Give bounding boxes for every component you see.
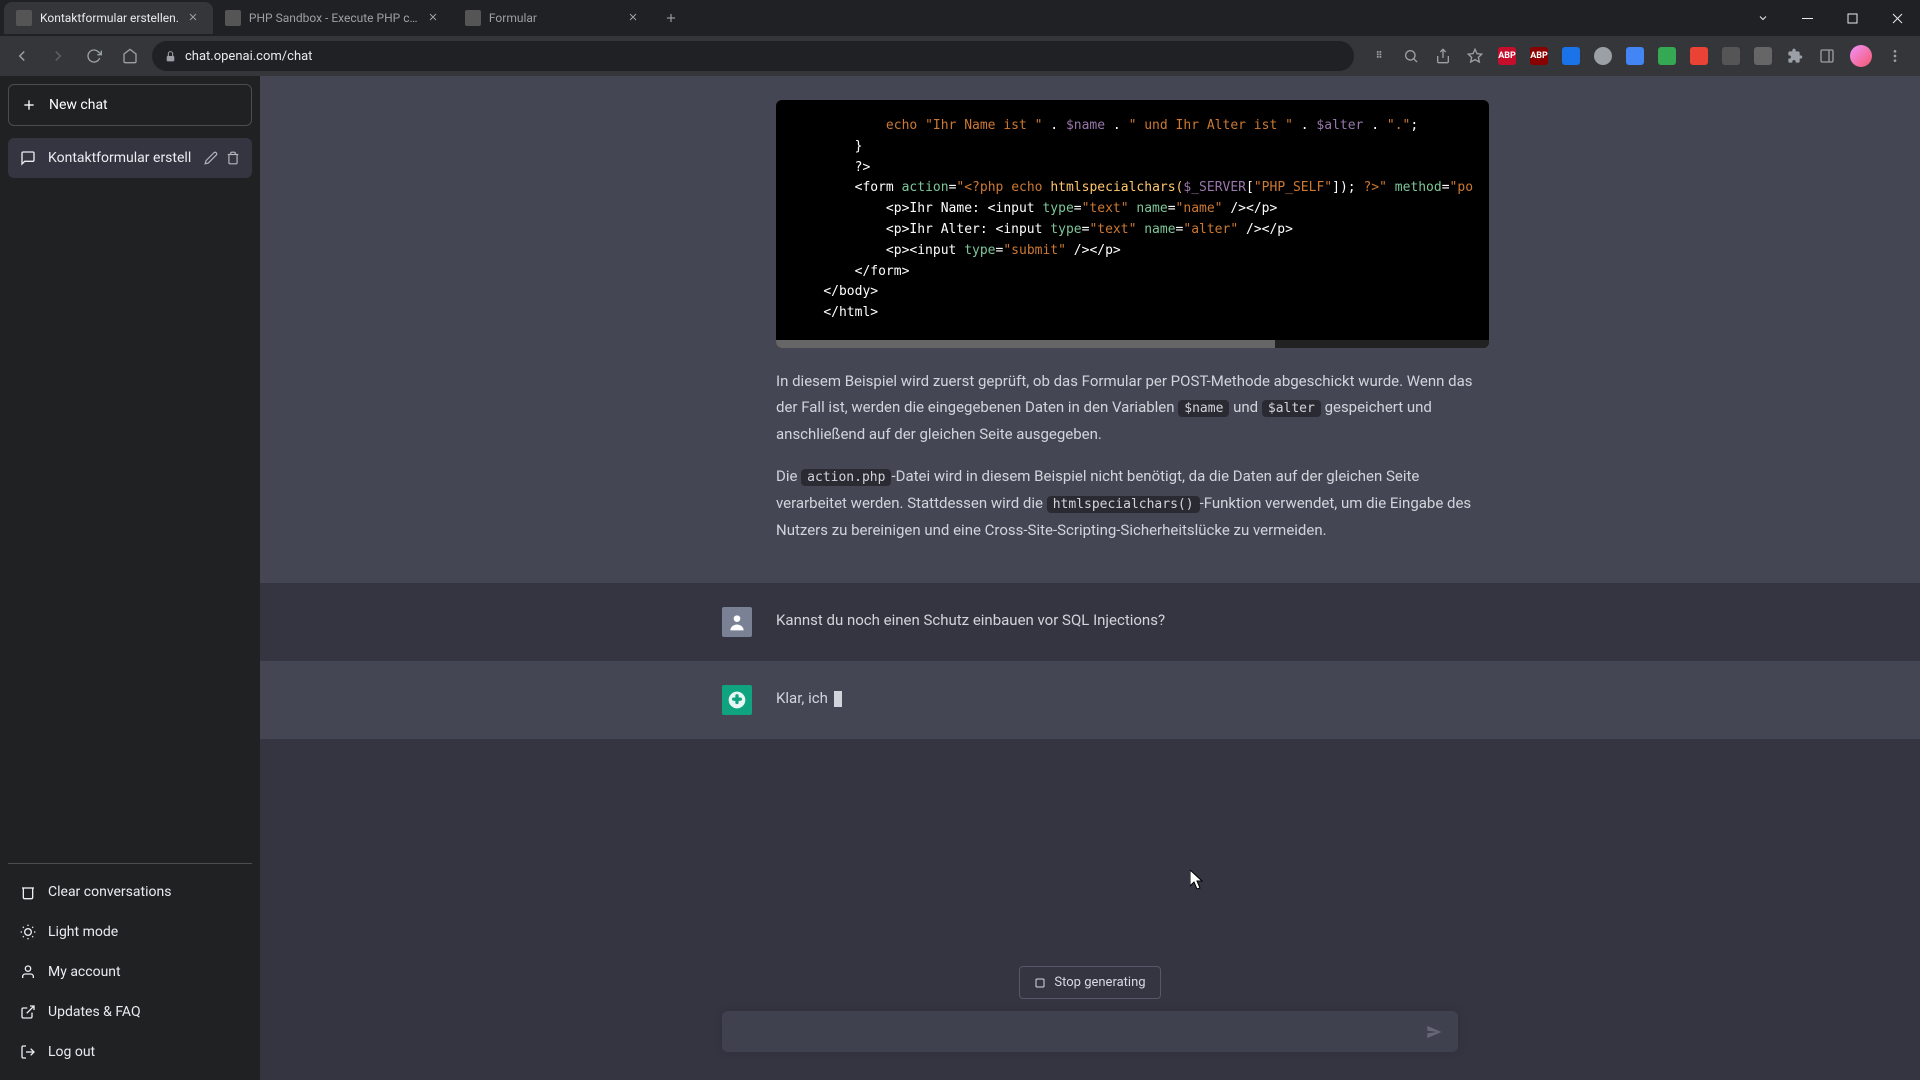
new-chat-label: New chat: [49, 97, 108, 113]
url-text: chat.openai.com/chat: [185, 49, 312, 64]
lock-icon: [164, 50, 177, 63]
code-horizontal-scrollbar[interactable]: [776, 340, 1489, 348]
stop-icon: [1034, 977, 1046, 989]
assistant-paragraph: Die action.php-Datei wird in diesem Beis…: [776, 463, 1489, 543]
chat-scroll[interactable]: echo "Ihr Name ist " . $name . " und Ihr…: [260, 76, 1920, 1080]
chrome-menu-icon[interactable]: [1886, 47, 1904, 65]
extension-icons: ⠿ ABP ABP: [1362, 45, 1912, 67]
stop-generating-button[interactable]: Stop generating: [1019, 966, 1160, 999]
bookmark-icon[interactable]: [1466, 47, 1484, 65]
new-chat-button[interactable]: New chat: [8, 84, 252, 126]
logout[interactable]: Log out: [8, 1032, 252, 1072]
tab-title: Kontaktformular erstellen.: [40, 11, 179, 25]
plus-icon: [21, 97, 37, 113]
ext-icon-6[interactable]: [1722, 47, 1740, 65]
ext-icon-7[interactable]: [1754, 47, 1772, 65]
logout-icon: [20, 1044, 36, 1060]
chat-icon: [20, 150, 36, 166]
chrome-chevron-icon[interactable]: [1740, 2, 1785, 34]
light-mode-toggle[interactable]: Light mode: [8, 912, 252, 952]
message-content: Klar, ich: [776, 685, 1458, 715]
assistant-avatar: [722, 685, 752, 715]
user-icon: [20, 964, 36, 980]
message-input[interactable]: [738, 1023, 1426, 1040]
share-icon[interactable]: [1434, 47, 1452, 65]
assistant-message-typing: Klar, ich: [260, 661, 1920, 739]
send-button[interactable]: [1426, 1024, 1442, 1040]
tab-title: Formular: [489, 11, 619, 25]
ext-icon-1[interactable]: [1562, 47, 1580, 65]
ext-icon-4[interactable]: [1658, 47, 1676, 65]
translate-icon[interactable]: ⠿: [1370, 47, 1388, 65]
conversation-title: Kontaktformular erstell: [48, 150, 192, 166]
openai-icon: [727, 690, 747, 710]
sun-icon: [20, 924, 36, 940]
edit-icon[interactable]: [204, 151, 218, 165]
tab-close-icon[interactable]: [187, 11, 201, 25]
external-link-icon: [20, 1004, 36, 1020]
message-input-box[interactable]: [722, 1011, 1458, 1052]
updates-faq[interactable]: Updates & FAQ: [8, 992, 252, 1032]
conversation-item[interactable]: Kontaktformular erstell: [8, 138, 252, 178]
address-bar: chat.openai.com/chat ⠿ ABP ABP: [0, 36, 1920, 76]
browser-tab[interactable]: Formular: [453, 2, 653, 34]
favicon: [16, 10, 32, 26]
send-icon: [1426, 1024, 1442, 1040]
sidebar: New chat Kontaktformular erstell Clear c…: [0, 76, 260, 1080]
browser-chrome: Kontaktformular erstellen. PHP Sandbox - …: [0, 0, 1920, 76]
profile-avatar[interactable]: [1850, 45, 1872, 67]
tab-bar: Kontaktformular erstellen. PHP Sandbox - …: [0, 0, 1920, 36]
reload-button[interactable]: [80, 42, 108, 70]
sidebar-bottom: Clear conversations Light mode My accoun…: [8, 863, 252, 1072]
favicon: [465, 10, 481, 26]
user-message: Kannst du noch einen Schutz einbauen vor…: [260, 583, 1920, 661]
typing-cursor: [834, 691, 842, 707]
my-account[interactable]: My account: [8, 952, 252, 992]
minimize-button[interactable]: [1785, 2, 1830, 34]
tab-close-icon[interactable]: [427, 11, 441, 25]
close-button[interactable]: [1875, 2, 1920, 34]
browser-tab[interactable]: Kontaktformular erstellen.: [4, 2, 213, 34]
extensions-puzzle-icon[interactable]: [1786, 47, 1804, 65]
home-button[interactable]: [116, 42, 144, 70]
zoom-icon[interactable]: [1402, 47, 1420, 65]
message-content: echo "Ihr Name ist " . $name . " und Ihr…: [776, 100, 1489, 559]
favicon: [225, 10, 241, 26]
assistant-message: echo "Ihr Name ist " . $name . " und Ihr…: [260, 76, 1920, 583]
user-avatar: [722, 607, 752, 637]
ext-icon-2[interactable]: [1594, 47, 1612, 65]
url-field[interactable]: chat.openai.com/chat: [152, 41, 1354, 71]
abp-icon-2[interactable]: ABP: [1530, 47, 1548, 65]
assistant-paragraph: In diesem Beispiel wird zuerst geprüft, …: [776, 368, 1489, 447]
browser-tab[interactable]: PHP Sandbox - Execute PHP code: [213, 2, 453, 34]
code-block: echo "Ihr Name ist " . $name . " und Ihr…: [776, 100, 1489, 348]
forward-button[interactable]: [44, 42, 72, 70]
message-content: Kannst du noch einen Schutz einbauen vor…: [776, 607, 1458, 637]
tab-close-icon[interactable]: [627, 11, 641, 25]
code-content[interactable]: echo "Ihr Name ist " . $name . " und Ihr…: [776, 100, 1489, 340]
clear-conversations[interactable]: Clear conversations: [8, 872, 252, 912]
trash-icon: [20, 884, 36, 900]
trash-icon[interactable]: [226, 151, 240, 165]
window-controls: [1740, 2, 1920, 34]
tab-title: PHP Sandbox - Execute PHP code: [249, 11, 419, 25]
conversation-list: Kontaktformular erstell: [8, 138, 252, 863]
maximize-button[interactable]: [1830, 2, 1875, 34]
side-panel-icon[interactable]: [1818, 47, 1836, 65]
abp-icon[interactable]: ABP: [1498, 47, 1516, 65]
back-button[interactable]: [8, 42, 36, 70]
ext-icon-5[interactable]: [1690, 47, 1708, 65]
ext-icon-3[interactable]: [1626, 47, 1644, 65]
new-tab-button[interactable]: [657, 4, 685, 32]
main-content: echo "Ihr Name ist " . $name . " und Ihr…: [260, 76, 1920, 1080]
input-area: Stop generating: [260, 950, 1920, 1080]
